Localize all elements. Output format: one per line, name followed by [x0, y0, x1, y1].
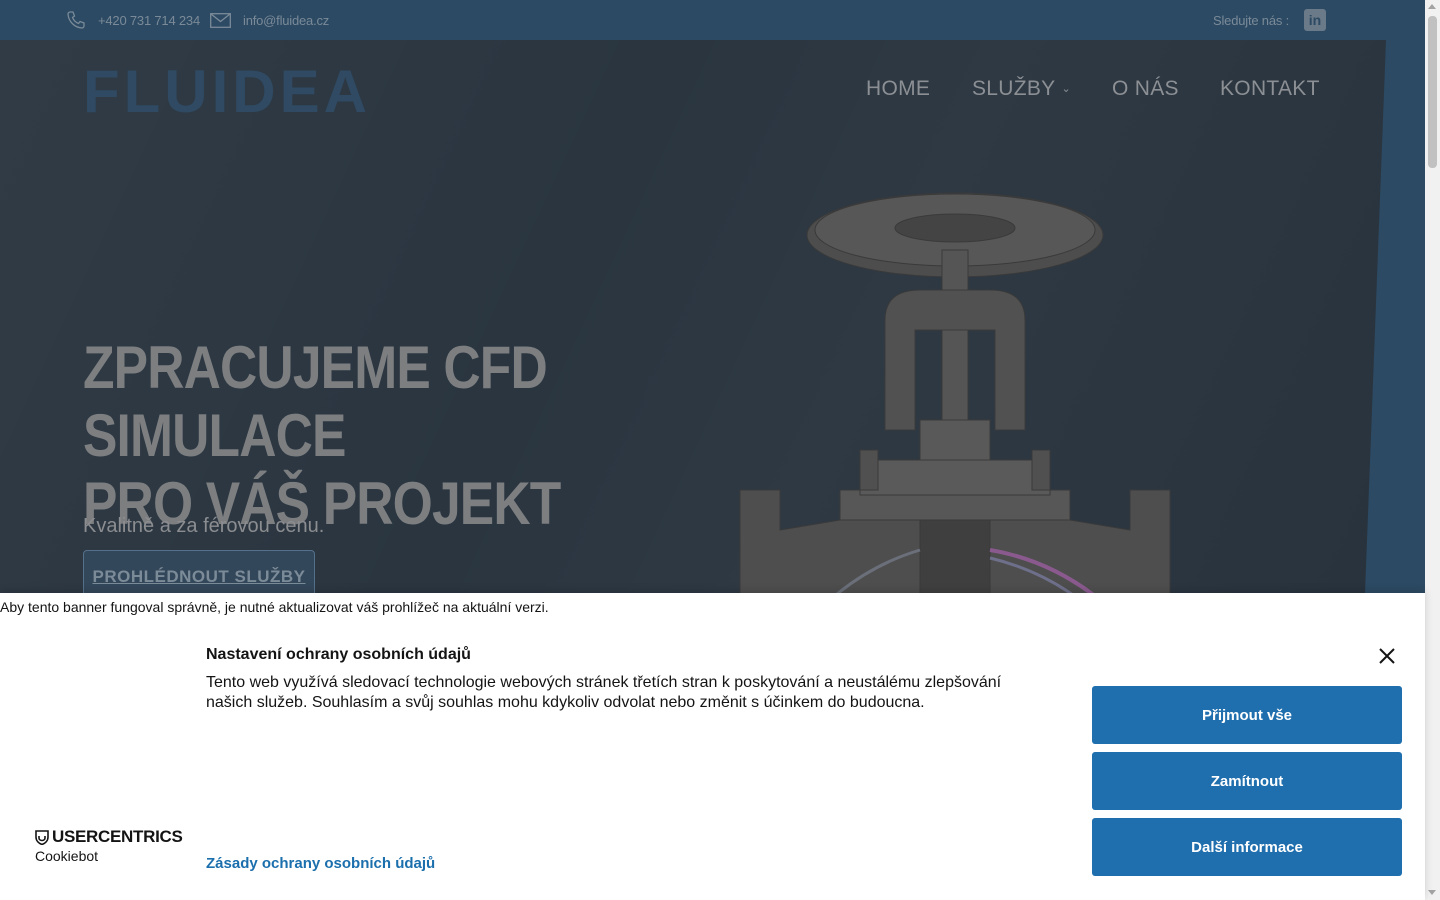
valve-illustration [739, 192, 1171, 593]
phone-number[interactable]: +420 731 714 234 [98, 13, 200, 28]
main-navigation: HOME SLUŽBY ⌄ O NÁS KONTAKT [0, 77, 1425, 107]
privacy-policy-link[interactable]: Zásady ochrany osobních údajů [206, 855, 435, 872]
cookiebot-label: Cookiebot [35, 848, 99, 864]
nav-contact[interactable]: KONTAKT [1220, 77, 1320, 101]
phone-icon [67, 11, 85, 29]
envelope-icon [210, 12, 231, 28]
top-contact-bar: +420 731 714 234 info@fluidea.cz Sledujt… [0, 0, 1425, 40]
cookie-banner-description: Tento web využívá sledovací technologie … [206, 674, 1002, 711]
close-icon[interactable] [1376, 645, 1398, 667]
reject-button[interactable]: Zamítnout [1092, 752, 1402, 810]
usercentrics-wordmark: USERCENTRICS [35, 827, 183, 847]
scroll-down-arrow-icon[interactable] [1428, 890, 1436, 895]
nav-services-label: SLUŽBY [972, 77, 1056, 100]
scrollbar-thumb[interactable] [1428, 16, 1437, 168]
browser-update-warning: Aby tento banner fungoval správně, je nu… [0, 599, 549, 615]
scroll-up-arrow-icon[interactable] [1428, 4, 1436, 9]
nav-services[interactable]: SLUŽBY ⌄ [972, 77, 1071, 101]
follow-label: Sledujte nás : [1213, 12, 1289, 28]
nav-about[interactable]: O NÁS [1112, 77, 1179, 101]
chevron-down-icon: ⌄ [1061, 83, 1072, 95]
accept-all-button[interactable]: Přijmout vše [1092, 686, 1402, 744]
usercentrics-cookiebot-logo[interactable]: USERCENTRICS Cookiebot [35, 827, 183, 864]
phone-contact[interactable]: +420 731 714 234 [66, 0, 200, 40]
hero-title-line-1: ZPRACUJEME CFD SIMULACE [83, 334, 548, 469]
email-contact[interactable]: info@fluidea.cz [210, 0, 329, 40]
nav-home[interactable]: HOME [866, 77, 930, 101]
usercentrics-brand-name: USERCENTRICS [52, 827, 183, 846]
cookie-consent-banner: Aby tento banner fungoval správně, je nu… [0, 593, 1425, 900]
cookie-banner-title: Nastavení ochrany osobních údajů [206, 646, 471, 663]
hero-section: FLUIDEA HOME SLUŽBY ⌄ O NÁS KONTAKT ZPRA… [0, 40, 1425, 593]
email-address[interactable]: info@fluidea.cz [243, 13, 329, 28]
page-scrollbar[interactable] [1425, 0, 1440, 900]
hero-subtitle: Kvalitně a za férovou cenu. [83, 515, 325, 537]
hero-title: ZPRACUJEME CFD SIMULACE PRO VÁŠ PROJEKT [83, 334, 685, 538]
shield-icon [35, 829, 49, 845]
view-services-button[interactable]: PROHLÉDNOUT SLUŽBY [83, 550, 315, 593]
more-info-button[interactable]: Další informace [1092, 818, 1402, 876]
linkedin-icon[interactable]: in [1304, 9, 1326, 31]
